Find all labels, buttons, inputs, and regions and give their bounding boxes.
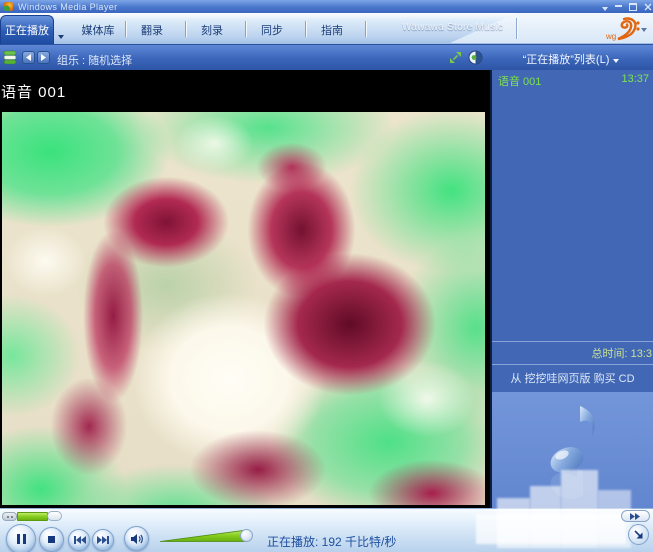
visualization-picker-icon[interactable] bbox=[468, 50, 483, 70]
tab-rip[interactable]: 翻录 bbox=[134, 22, 170, 38]
back-arrow-icon bbox=[25, 54, 32, 61]
tab-bar: 正在播放 媒体库 翻录 刻录 同步 指南 Wawawa Store Music … bbox=[0, 13, 653, 44]
tab-sync[interactable]: 同步 bbox=[254, 22, 290, 38]
tab-separator bbox=[305, 21, 306, 37]
fullscreen-icon[interactable] bbox=[449, 51, 462, 69]
total-time-value: 13:3 bbox=[631, 348, 652, 360]
stop-icon bbox=[47, 535, 56, 544]
title-bar: Windows Media Player bbox=[0, 0, 653, 13]
playlist-panel: 语音 001 13:37 总时间: 13:3 从 挖挖哇网页版 购买 CD bbox=[490, 70, 653, 508]
window-controls bbox=[602, 0, 652, 13]
buy-cd-link[interactable]: 从 挖挖哇网页版 购买 CD bbox=[492, 365, 653, 392]
seek-rewind-pill[interactable] bbox=[2, 512, 17, 521]
close-button[interactable] bbox=[644, 3, 652, 11]
tab-separator bbox=[365, 21, 366, 37]
tab-library[interactable]: 媒体库 bbox=[76, 22, 120, 38]
store-music-button[interactable]: Wawawa Store Music bbox=[402, 22, 514, 33]
pause-icon bbox=[16, 533, 27, 545]
playlist-item-duration: 13:37 bbox=[621, 73, 649, 89]
playlist-total-time: 总时间: 13:3 bbox=[492, 341, 653, 365]
tab-separator bbox=[185, 21, 186, 37]
total-time-label: 总时间: bbox=[591, 348, 627, 360]
visualization-selector-label[interactable]: 组乐 : 随机选择 bbox=[57, 52, 132, 68]
playlist-header-label: “正在播放”列表(L) bbox=[523, 54, 610, 66]
seek-progress-bar[interactable] bbox=[17, 512, 48, 521]
previous-icon bbox=[73, 535, 86, 545]
minimize-button[interactable] bbox=[615, 5, 622, 8]
mute-button[interactable] bbox=[124, 526, 149, 551]
maximize-button[interactable] bbox=[629, 3, 637, 11]
switch-to-compact-button[interactable] bbox=[628, 524, 649, 545]
window-title: Windows Media Player bbox=[18, 2, 118, 12]
playlist-item-title: 语音 001 bbox=[498, 73, 541, 89]
playback-toolbar: 组乐 : 随机选择 “正在播放”列表(L) bbox=[0, 44, 653, 70]
compact-mode-arrow-icon bbox=[633, 529, 644, 540]
playlist-empty-space bbox=[492, 91, 653, 341]
stop-button[interactable] bbox=[39, 527, 64, 552]
playlist-item[interactable]: 语音 001 13:37 bbox=[492, 70, 653, 91]
volume-icon bbox=[130, 533, 143, 545]
seek-slider-handle[interactable] bbox=[47, 511, 62, 521]
pause-button[interactable] bbox=[6, 524, 36, 552]
tab-guide[interactable]: 指南 bbox=[314, 22, 350, 38]
tab-burn[interactable]: 刻录 bbox=[194, 22, 230, 38]
store-logo-text: wg bbox=[605, 32, 616, 41]
fast-forward-button[interactable] bbox=[621, 510, 650, 522]
next-icon bbox=[97, 535, 110, 545]
tab-now-playing[interactable]: 正在播放 bbox=[0, 15, 54, 44]
back-button[interactable] bbox=[22, 51, 35, 64]
wmp-window: Windows Media Player 正在播放 媒体库 翻录 刻录 同步 指… bbox=[0, 0, 653, 552]
volume-slider-handle[interactable] bbox=[240, 529, 253, 542]
playlist-header-dropdown[interactable]: “正在播放”列表(L) bbox=[492, 51, 650, 67]
forward-button[interactable] bbox=[37, 51, 50, 64]
tab-separator bbox=[125, 21, 126, 37]
previous-button[interactable] bbox=[68, 529, 90, 551]
video-area: 语音 001 bbox=[0, 70, 490, 508]
visualization-display bbox=[2, 112, 485, 505]
now-playing-dropdown-arrow-icon[interactable] bbox=[58, 26, 64, 44]
now-playing-options-icon[interactable] bbox=[3, 50, 17, 70]
next-button[interactable] bbox=[92, 529, 114, 551]
store-separator bbox=[516, 18, 517, 39]
close-icon bbox=[644, 3, 652, 11]
store-logo-icon[interactable]: wg bbox=[594, 16, 640, 42]
fast-forward-icon bbox=[630, 513, 641, 520]
store-logo-dropdown-arrow-icon[interactable] bbox=[641, 28, 647, 32]
forward-arrow-icon bbox=[40, 54, 47, 61]
video-overlay-title: 语音 001 bbox=[1, 81, 66, 102]
wmp-app-icon bbox=[4, 2, 13, 11]
volume-slider[interactable] bbox=[160, 529, 250, 543]
watermark-block bbox=[476, 514, 626, 544]
tab-separator bbox=[245, 21, 246, 37]
tab-now-playing-label: 正在播放 bbox=[5, 22, 49, 38]
status-text: 正在播放: 192 千比特/秒 bbox=[267, 533, 396, 550]
main-area: 语音 001 语音 001 13:37 总时间: 13:3 从 挖挖哇网页版 购… bbox=[0, 70, 653, 508]
